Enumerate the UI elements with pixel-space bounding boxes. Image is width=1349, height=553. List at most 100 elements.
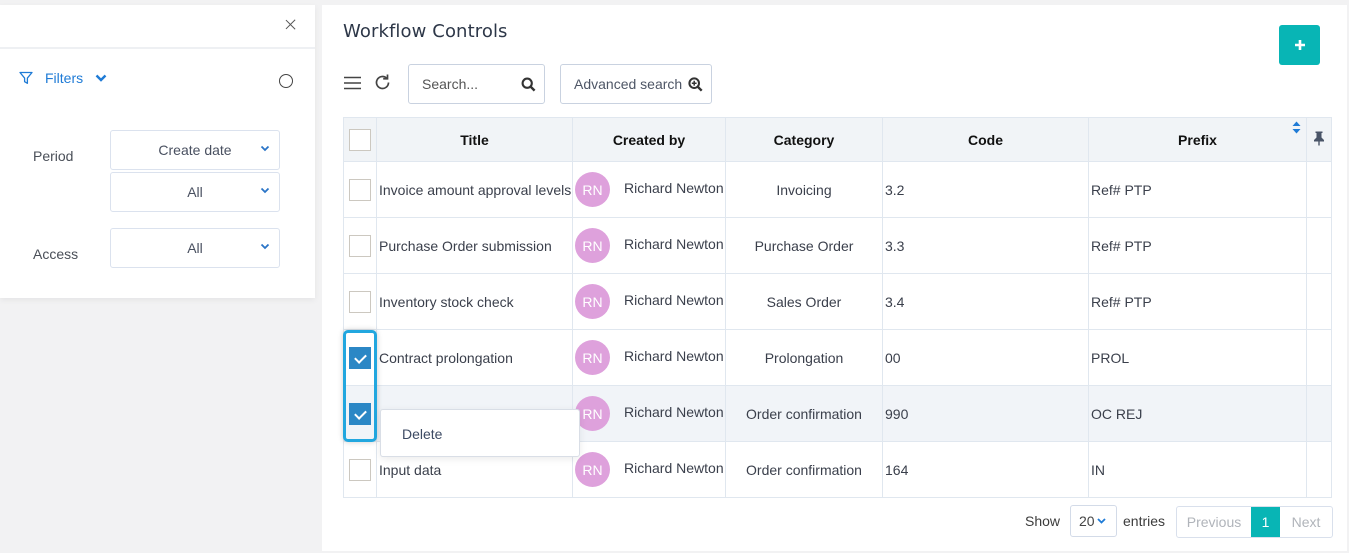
created-by-cell: RN Richard Newton bbox=[572, 385, 726, 442]
created-by-cell: RN Richard Newton bbox=[572, 217, 726, 274]
avatar: RN bbox=[575, 172, 610, 207]
select-all-checkbox[interactable] bbox=[349, 128, 371, 151]
row-select-cell bbox=[343, 273, 377, 330]
table-header-row: Title Created by Category Code Prefix bbox=[343, 117, 1332, 162]
code-cell: 3.3 bbox=[882, 217, 1089, 274]
access-label: Access bbox=[33, 246, 79, 262]
search-input[interactable] bbox=[422, 76, 517, 92]
advanced-search-label: Advanced search bbox=[574, 76, 683, 92]
delete-menu-item[interactable]: Delete bbox=[402, 426, 442, 442]
code-cell: 3.2 bbox=[882, 161, 1089, 218]
advanced-search-button[interactable]: Advanced search bbox=[560, 64, 712, 104]
row-checkbox[interactable] bbox=[349, 234, 371, 257]
prefix-cell: OC REJ bbox=[1088, 385, 1307, 442]
filter-funnel-icon bbox=[19, 71, 33, 84]
pin-column-cell bbox=[1306, 117, 1332, 162]
row-select-cell bbox=[343, 441, 377, 498]
avatar: RN bbox=[575, 340, 610, 375]
title-cell: Inventory stock check bbox=[376, 273, 573, 330]
category-cell: Invoicing bbox=[725, 161, 883, 218]
table-row[interactable]: Contract prolongation RN Richard Newton Pro… bbox=[343, 329, 1332, 386]
access-select[interactable]: All bbox=[110, 228, 280, 268]
row-select-cell bbox=[343, 329, 377, 386]
code-cell: 990 bbox=[882, 385, 1089, 442]
row-checkbox[interactable] bbox=[349, 178, 371, 201]
creator-name: Richard Newton bbox=[624, 459, 724, 476]
pin-spacer-cell bbox=[1306, 217, 1332, 274]
period-range-select[interactable]: All bbox=[110, 172, 280, 212]
zoom-in-icon bbox=[688, 77, 703, 92]
reset-filters-radio[interactable] bbox=[279, 74, 293, 88]
chevron-down-icon bbox=[260, 187, 270, 194]
row-checkbox[interactable] bbox=[349, 402, 371, 425]
avatar: RN bbox=[575, 396, 610, 431]
next-page-button[interactable]: Next bbox=[1280, 507, 1332, 537]
title-cell: Purchase Order submission bbox=[376, 217, 573, 274]
created-by-cell: RN Richard Newton bbox=[572, 329, 726, 386]
chevron-down-icon bbox=[95, 74, 107, 82]
created-by-cell: RN Richard Newton bbox=[572, 273, 726, 330]
filters-toggle[interactable]: Filters bbox=[19, 70, 107, 86]
table-row[interactable]: Invoice amount approval levels RN Richard … bbox=[343, 161, 1332, 218]
add-button[interactable] bbox=[1279, 25, 1320, 65]
creator: RN Richard Newton bbox=[573, 172, 725, 207]
refresh-icon[interactable] bbox=[373, 73, 392, 92]
creator: RN Richard Newton bbox=[573, 396, 725, 431]
column-header-prefix-label: Prefix bbox=[1178, 131, 1217, 148]
code-cell: 3.4 bbox=[882, 273, 1089, 330]
row-checkbox[interactable] bbox=[349, 290, 371, 313]
creator: RN Richard Newton bbox=[573, 452, 725, 487]
select-all-cell bbox=[343, 117, 377, 162]
page-size-value: 20 bbox=[1079, 513, 1095, 529]
main-card: Workflow Controls Advanced search Title … bbox=[322, 5, 1347, 551]
creator-name: Richard Newton bbox=[624, 235, 724, 252]
table-row[interactable]: Inventory stock check RN Richard Newton Sal… bbox=[343, 273, 1332, 330]
creator-name: Richard Newton bbox=[624, 291, 724, 308]
menu-icon[interactable] bbox=[344, 76, 362, 90]
pin-spacer-cell bbox=[1306, 329, 1332, 386]
plus-icon bbox=[1294, 40, 1305, 50]
table-row[interactable]: Purchase Order submission RN Richard Newto… bbox=[343, 217, 1332, 274]
avatar: RN bbox=[575, 452, 610, 487]
row-select-cell bbox=[343, 161, 377, 218]
created-by-cell: RN Richard Newton bbox=[572, 161, 726, 218]
prefix-cell: Ref# PTP bbox=[1088, 161, 1307, 218]
pin-spacer-cell bbox=[1306, 385, 1332, 442]
filter-panel-header bbox=[0, 5, 315, 49]
creator: RN Richard Newton bbox=[573, 284, 725, 319]
column-header-title[interactable]: Title bbox=[376, 117, 573, 162]
column-header-created-by[interactable]: Created by bbox=[572, 117, 726, 162]
search-field[interactable] bbox=[408, 64, 545, 104]
chevron-down-icon bbox=[260, 145, 270, 152]
period-type-select[interactable]: Create date bbox=[110, 130, 280, 170]
column-header-prefix[interactable]: Prefix bbox=[1088, 117, 1307, 162]
row-checkbox[interactable] bbox=[349, 346, 371, 369]
category-cell: Prolongation bbox=[725, 329, 883, 386]
previous-page-button[interactable]: Previous bbox=[1177, 507, 1251, 537]
prefix-cell: Ref# PTP bbox=[1088, 273, 1307, 330]
access-value: All bbox=[187, 240, 203, 256]
close-icon[interactable] bbox=[283, 17, 299, 33]
row-select-cell bbox=[343, 385, 377, 442]
chevron-down-icon bbox=[260, 243, 270, 250]
column-header-code[interactable]: Code bbox=[882, 117, 1089, 162]
column-header-category[interactable]: Category bbox=[725, 117, 883, 162]
prefix-cell: IN bbox=[1088, 441, 1307, 498]
search-icon[interactable] bbox=[521, 77, 536, 92]
code-cell: 00 bbox=[882, 329, 1089, 386]
period-range-value: All bbox=[187, 184, 203, 200]
creator: RN Richard Newton bbox=[573, 228, 725, 263]
pagination: Previous 1 Next bbox=[1176, 506, 1333, 538]
category-cell: Order confirmation bbox=[725, 385, 883, 442]
filters-label: Filters bbox=[45, 70, 84, 86]
pin-spacer-cell bbox=[1306, 273, 1332, 330]
page-size-select[interactable]: 20 bbox=[1070, 505, 1117, 537]
pin-spacer-cell bbox=[1306, 161, 1332, 218]
creator: RN Richard Newton bbox=[573, 340, 725, 375]
creator-name: Richard Newton bbox=[624, 347, 724, 364]
sort-icon[interactable] bbox=[1292, 121, 1301, 134]
page-1-button[interactable]: 1 bbox=[1251, 507, 1280, 537]
title-cell: Contract prolongation bbox=[376, 329, 573, 386]
row-checkbox[interactable] bbox=[349, 458, 371, 481]
pin-icon[interactable] bbox=[1313, 131, 1325, 146]
